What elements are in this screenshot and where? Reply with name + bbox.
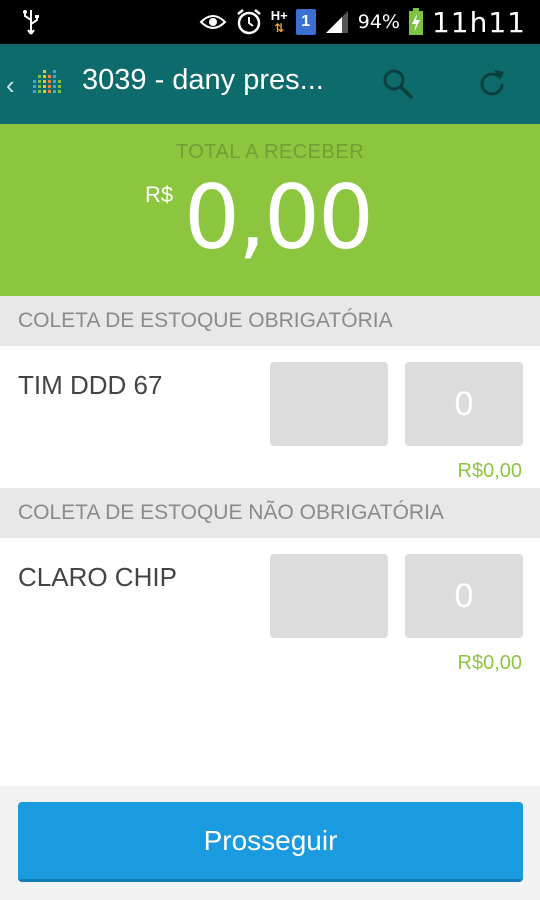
- battery-icon: [408, 8, 423, 35]
- usb-icon: [23, 10, 39, 35]
- sim-icon: 1: [295, 9, 316, 35]
- status-bar: H+ ⇅ 1 94% 11h11: [0, 0, 540, 44]
- app-bar: ‹ 3039 - dany pres...: [0, 44, 540, 124]
- list-empty-space: [0, 728, 540, 786]
- item-name: CLARO CHIP: [18, 562, 177, 592]
- refresh-icon[interactable]: [474, 66, 510, 102]
- item-name: TIM DDD 67: [18, 370, 163, 400]
- section-header-optional: COLETA DE ESTOQUE NÃO OBRIGATÓRIA: [0, 488, 540, 538]
- proceed-button[interactable]: Prosseguir: [18, 802, 523, 882]
- list-item: TIM DDD 67 0 R$0,00: [0, 346, 540, 488]
- search-icon[interactable]: [380, 66, 416, 102]
- item-price: R$0,00: [457, 460, 523, 482]
- page-title: 3039 - dany pres...: [82, 64, 324, 96]
- eye-icon: [199, 15, 227, 29]
- item-quantity-field[interactable]: 0: [405, 362, 523, 446]
- list-item: CLARO CHIP 0 R$0,00: [0, 538, 540, 728]
- item-price: R$0,00: [457, 652, 523, 674]
- alarm-icon: [236, 9, 261, 35]
- item-value-field[interactable]: [270, 362, 388, 446]
- item-quantity-field[interactable]: 0: [405, 554, 523, 638]
- clock: 11h11: [431, 5, 526, 39]
- back-icon[interactable]: ‹: [6, 70, 15, 101]
- item-value-field[interactable]: [270, 554, 388, 638]
- network-h-plus-icon: H+ ⇅: [270, 8, 288, 35]
- total-amount: 0,00: [184, 166, 374, 269]
- signal-icon: [325, 11, 348, 33]
- app-logo-icon[interactable]: [32, 70, 66, 98]
- total-panel: TOTAL A RECEBER R$ 0,00: [0, 124, 540, 296]
- footer: Prosseguir: [0, 786, 540, 900]
- total-label: TOTAL A RECEBER: [175, 141, 365, 163]
- battery-percent: 94%: [357, 11, 400, 33]
- section-header-mandatory: COLETA DE ESTOQUE OBRIGATÓRIA: [0, 296, 540, 346]
- total-currency: R$: [145, 182, 174, 207]
